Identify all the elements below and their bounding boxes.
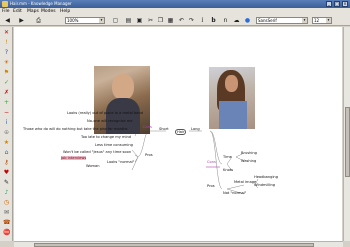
long-con-time-item[interactable]: Washing [241, 159, 256, 163]
menu-bar: File Edit Maps Modes Help [0, 8, 350, 15]
phone-icon[interactable]: ☎ [3, 219, 10, 226]
title-bar: Hair.mm - Knowledge Manager _ □ × [0, 0, 350, 8]
print-icon[interactable]: ⎙ [35, 17, 42, 24]
redo-icon[interactable]: ↷ [188, 17, 195, 24]
shirt-shape-long [219, 101, 247, 129]
italic-button[interactable]: i [199, 17, 206, 24]
face-shape-long [225, 75, 238, 92]
short-pro-sub-item[interactable]: Woman [86, 164, 100, 168]
exclamation-icon[interactable]: ! [3, 39, 10, 46]
copy-icon[interactable]: ❐ [157, 17, 164, 24]
minimize-button[interactable]: _ [326, 1, 332, 7]
long-con-time-node[interactable]: Time [223, 155, 232, 159]
long-pro-item[interactable]: Windmilling [254, 183, 275, 187]
bell-icon[interactable]: ♪ [3, 189, 10, 196]
long-pro-item[interactable]: Headbanging [254, 175, 278, 179]
bold-button[interactable]: b [210, 17, 217, 24]
open-icon[interactable]: ▤ [125, 17, 132, 24]
check-icon[interactable]: ✓ [3, 79, 10, 86]
mail-icon[interactable]: ✉ [3, 209, 10, 216]
color-icon[interactable]: ● [244, 17, 251, 24]
pencil-icon[interactable]: ✎ [3, 179, 10, 186]
paste-icon[interactable]: ▦ [167, 17, 174, 24]
new-map-icon[interactable]: ▢ [112, 17, 119, 24]
node-icon[interactable]: n [222, 17, 229, 24]
vertical-scroll-thumb[interactable] [345, 107, 350, 177]
menu-help[interactable]: Help [60, 8, 70, 15]
long-pro-item[interactable]: Not "normal" [223, 191, 246, 195]
minus-icon[interactable]: − [3, 109, 10, 116]
short-pro-item-highlighted[interactable]: Job interviews [61, 156, 87, 160]
chevron-down-icon: ▾ [302, 18, 307, 23]
vertical-scrollbar[interactable] [343, 27, 350, 241]
short-hair-photo [94, 66, 150, 134]
icon-sidebar: ✕ ! ? ☀ ⚑ ✓ ✗ + − i ⊕ ★ ⌂ ⚷ ♥ ✎ ♪ ◷ ✉ ☎ … [0, 27, 13, 241]
window-title: Hair.mm - Knowledge Manager [10, 1, 72, 6]
chevron-down-icon: ▾ [326, 18, 331, 23]
long-cons-node[interactable]: Cons [207, 160, 216, 164]
stop-icon[interactable]: ⛔ [3, 229, 10, 236]
save-icon[interactable]: ▣ [136, 17, 143, 24]
long-con-time-item[interactable]: Brushing [241, 151, 257, 155]
horizontal-scrollbar[interactable] [14, 241, 343, 247]
cross-icon[interactable]: ✗ [3, 89, 10, 96]
menu-file[interactable]: File [2, 8, 10, 15]
chevron-down-icon: ▾ [99, 18, 104, 23]
heart-icon[interactable]: ♥ [3, 169, 10, 176]
undo-icon[interactable]: ↶ [178, 17, 185, 24]
font-family-select[interactable]: SansSerif ▾ [256, 17, 308, 24]
star-icon[interactable]: ★ [3, 139, 10, 146]
horizontal-scroll-thumb[interactable] [34, 243, 314, 247]
short-pros-node[interactable]: Pros [145, 153, 153, 157]
toolbar: ◀ ▶ ⎙ 100% ▾ ▢ ▤ ▣ ✂ ❐ ▦ ↶ ↷ i b n ☁ ● Sa… [0, 15, 350, 26]
short-con-item[interactable]: No-one will recognise me [87, 119, 133, 123]
forward-icon[interactable]: ▶ [18, 17, 25, 24]
remove-icon-icon[interactable]: ✕ [3, 29, 10, 36]
zoom-icon[interactable]: ⊕ [3, 129, 10, 136]
short-pro-item[interactable]: Less time consuming [95, 143, 133, 147]
mindmap-canvas[interactable]: Hair Short Long Cons Looks (really) out … [14, 27, 342, 241]
zoom-select[interactable]: 100% ▾ [65, 17, 105, 24]
long-node[interactable]: Long [191, 127, 200, 131]
long-pro-item[interactable]: Metal image [234, 180, 256, 184]
short-con-item[interactable]: Too late to change my mind [81, 135, 131, 139]
back-icon[interactable]: ◀ [4, 17, 11, 24]
short-con-item[interactable]: Those who do will do nothing but take th… [23, 127, 128, 131]
idea-icon[interactable]: ☀ [3, 59, 10, 66]
long-pros-node[interactable]: Pros [207, 184, 215, 188]
root-node[interactable]: Hair [175, 129, 187, 135]
cut-icon[interactable]: ✂ [147, 17, 154, 24]
long-con-knots-node[interactable]: Knots [223, 168, 233, 172]
info-icon[interactable]: i [3, 119, 10, 126]
font-size-select[interactable]: 12 ▾ [312, 17, 332, 24]
plus-icon[interactable]: + [3, 99, 10, 106]
short-cons-node[interactable]: Cons [143, 125, 152, 129]
question-icon[interactable]: ? [3, 49, 10, 56]
menu-maps[interactable]: Maps [27, 8, 39, 15]
face-shape [112, 74, 134, 100]
maximize-button[interactable]: □ [334, 1, 340, 7]
cloud-icon[interactable]: ☁ [233, 17, 240, 24]
home-icon[interactable]: ⌂ [3, 149, 10, 156]
app-icon [2, 1, 8, 7]
key-icon[interactable]: ⚷ [3, 159, 10, 166]
short-con-item[interactable]: Looks (really) out of place in a metal b… [67, 111, 143, 115]
clock-icon[interactable]: ◷ [3, 199, 10, 206]
short-pro-item[interactable]: Looks "normal" [107, 160, 134, 164]
flag-icon[interactable]: ⚑ [3, 69, 10, 76]
menu-modes[interactable]: Modes [41, 8, 56, 15]
long-hair-photo [209, 67, 255, 129]
short-node[interactable]: Short [159, 127, 169, 131]
close-button[interactable]: × [342, 1, 348, 7]
short-pro-item[interactable]: Won't be called "Jesus" any time soon [63, 150, 131, 154]
menu-edit[interactable]: Edit [13, 8, 22, 15]
